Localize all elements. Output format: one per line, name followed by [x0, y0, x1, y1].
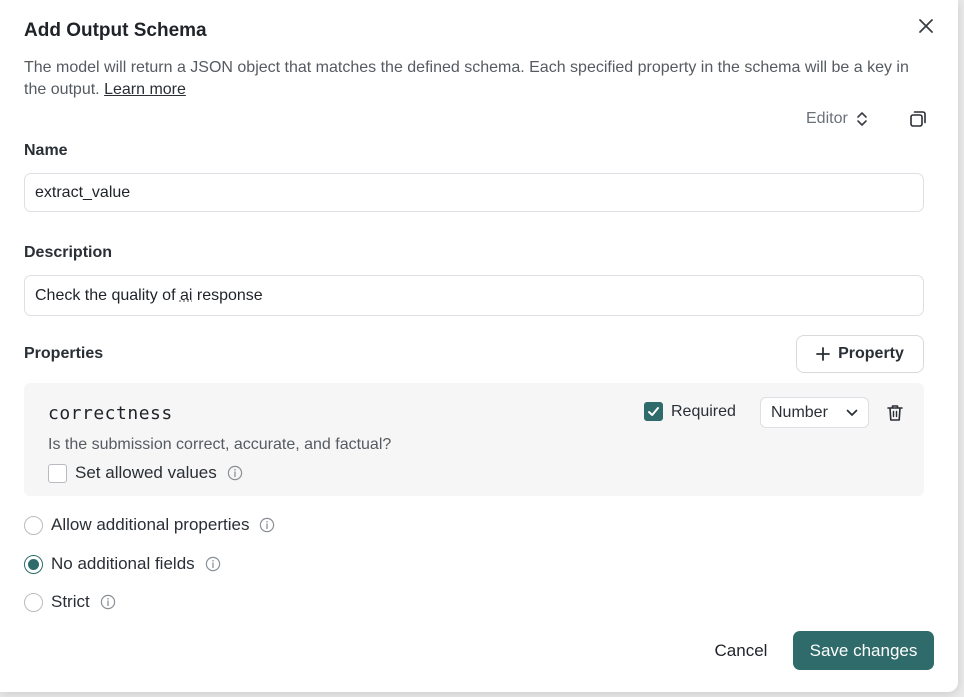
dialog-title: Add Output Schema: [24, 20, 207, 41]
property-name: correctness: [48, 403, 173, 424]
option-no-additional[interactable]: No additional fields: [24, 554, 221, 574]
copy-icon: [910, 111, 926, 127]
info-icon[interactable]: [259, 517, 275, 533]
strict-label: Strict: [51, 592, 90, 611]
save-changes-button[interactable]: Save changes: [793, 631, 934, 670]
no-additional-radio[interactable]: [24, 554, 43, 574]
dialog-description: The model will return a JSON object that…: [24, 57, 934, 101]
properties-label: Properties: [24, 345, 104, 362]
name-input[interactable]: extract_value: [24, 173, 924, 212]
required-checkbox-box[interactable]: [644, 402, 663, 421]
info-icon[interactable]: [100, 594, 116, 610]
required-label: Required: [671, 402, 736, 420]
option-strict[interactable]: Strict: [24, 592, 116, 612]
add-output-schema-dialog: Add Output Schema The model will return …: [0, 0, 958, 692]
chevron-down-icon: [846, 409, 858, 416]
close-button[interactable]: [914, 14, 938, 38]
cancel-button[interactable]: Cancel: [703, 632, 779, 670]
description-label: Description: [24, 244, 113, 261]
add-property-label: Property: [838, 345, 904, 362]
description-input[interactable]: Check the quality of ai response: [24, 275, 924, 316]
close-icon: [919, 19, 933, 33]
property-card: correctness Is the submission correct, a…: [24, 383, 924, 496]
delete-property-button[interactable]: [884, 402, 906, 424]
name-input-value: extract_value: [35, 183, 131, 201]
strict-radio[interactable]: [24, 592, 43, 612]
allow-additional-radio[interactable]: [24, 515, 43, 535]
allow-additional-label: Allow additional properties: [51, 515, 250, 534]
info-icon[interactable]: [205, 556, 221, 572]
property-type-value: Number: [771, 403, 828, 421]
add-property-button[interactable]: Property: [796, 335, 924, 373]
option-allow-additional[interactable]: Allow additional properties: [24, 515, 275, 535]
name-label: Name: [24, 142, 68, 159]
plus-icon: [816, 347, 830, 361]
learn-more-link[interactable]: Learn more: [104, 81, 186, 98]
no-additional-label: No additional fields: [51, 554, 195, 573]
info-icon[interactable]: [227, 465, 243, 481]
editor-mode-toggle[interactable]: Editor: [806, 106, 868, 132]
property-type-select[interactable]: Number: [760, 397, 869, 428]
required-checkbox[interactable]: Required: [644, 402, 736, 421]
chevron-up-down-icon: [856, 112, 867, 126]
allowed-values-checkbox[interactable]: [48, 463, 67, 483]
check-icon: [648, 407, 659, 416]
copy-button[interactable]: [906, 107, 930, 131]
allowed-values-label: Set allowed values: [75, 463, 217, 482]
trash-icon: [887, 405, 903, 421]
property-description: Is the submission correct, accurate, and…: [48, 436, 392, 453]
allowed-values-row: Set allowed values: [48, 463, 243, 483]
editor-mode-label: Editor: [806, 110, 848, 127]
description-input-value: Check the quality of ai response: [35, 286, 263, 304]
